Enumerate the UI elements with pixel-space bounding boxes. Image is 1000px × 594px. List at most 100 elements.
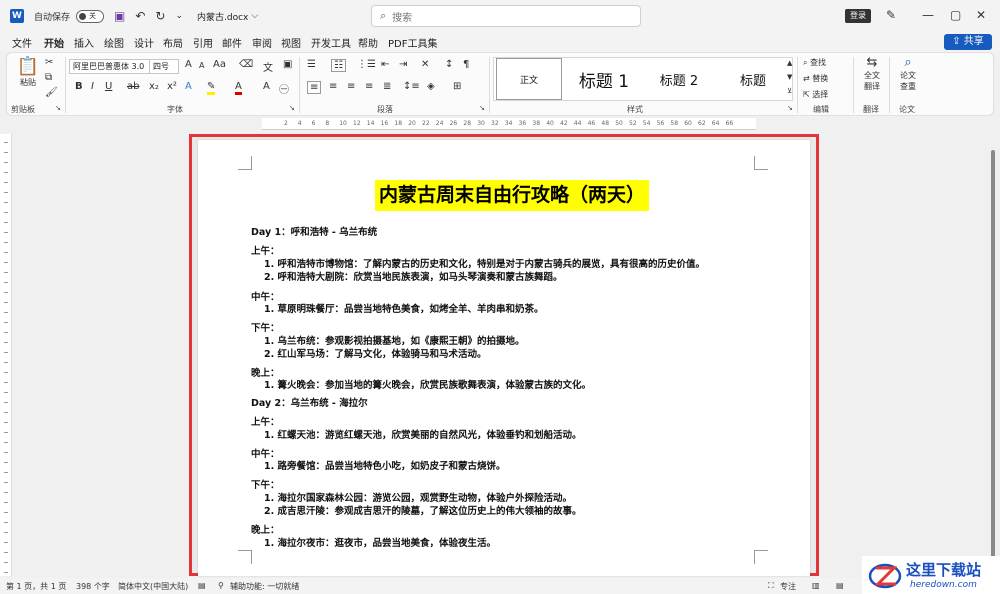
tab-pdf-tools[interactable]: PDF工具集 [388,35,437,50]
save-icon[interactable]: ▣ [114,9,125,23]
phonetic-guide-icon[interactable]: 文 [263,59,273,74]
document-line[interactable]: 1. 呼和浩特市博物馆：了解内蒙古的历史和文化，特别是对于内蒙古骑兵的展览，具有… [264,256,705,270]
tab-insert[interactable]: 插入 [74,35,94,50]
pen-icon[interactable]: ✎ [886,8,896,22]
styles-up-icon[interactable]: ▲ [787,59,792,67]
clear-format-icon[interactable]: ⌫ [239,59,253,70]
search-box[interactable]: ⌕ 搜索 [371,5,641,27]
print-layout-icon[interactable]: ▤ [836,581,844,590]
justify-icon[interactable]: ≡ [365,81,373,92]
subscript-icon[interactable]: x₂ [149,81,159,92]
styles-down-icon[interactable]: ▼ [787,73,792,81]
tab-layout[interactable]: 布局 [163,35,183,50]
decrease-indent-icon[interactable]: ⇤ [381,59,389,70]
align-left-icon[interactable]: ≡ [307,81,322,94]
font-size-select[interactable]: 四号 [149,59,179,74]
tab-file[interactable]: 文件 [12,35,32,50]
cut-icon[interactable]: ✂ [45,57,53,68]
font-color-icon[interactable]: A [235,81,242,95]
char-border-icon[interactable]: ▣ [283,59,292,70]
document-line[interactable]: 上午： [251,243,280,257]
tab-references[interactable]: 引用 [193,35,213,50]
document-line[interactable]: 下午： [251,320,280,334]
increase-indent-icon[interactable]: ⇥ [399,59,407,70]
document-line[interactable]: 下午： [251,477,280,491]
styles-launcher-icon[interactable]: ↘ [787,104,793,112]
redo-icon[interactable]: ↻ [155,9,165,23]
copy-icon[interactable]: ⧉ [45,72,52,83]
document-name[interactable]: 内蒙古.docx [197,10,248,23]
document-line[interactable]: 上午： [251,414,280,428]
tab-developer[interactable]: 开发工具 [311,35,351,50]
tab-view[interactable]: 视图 [281,35,301,50]
tab-home[interactable]: 开始 [44,35,64,54]
char-shading-icon[interactable]: A [263,81,270,92]
document-line[interactable]: 1. 乌兰布统：参观影视拍摄基地，如《康熙王朝》的拍摄地。 [264,333,525,347]
text-effects-icon[interactable]: A [185,81,192,92]
show-marks-icon[interactable]: ¶ [463,59,469,70]
paste-button[interactable]: 📋 粘贴 [15,57,41,88]
autosave-toggle[interactable]: 关 [76,9,105,23]
chinese-layout-icon[interactable]: ✕ [421,59,429,70]
full-text-translate-button[interactable]: ⇆ 全文 翻译 [859,55,885,92]
horizontal-ruler[interactable]: 2 4 6 8 10 12 14 16 18 20 22 24 26 28 30 32 34 36 38 40 42 44… [262,118,756,130]
style-heading-2[interactable]: 标题 2 [644,58,714,100]
document-line[interactable]: 2. 呼和浩特大剧院：欣赏当地民族表演，如马头琴演奏和蒙古族舞蹈。 [264,269,563,283]
proofing-icon[interactable]: ▤ [198,581,206,590]
close-icon[interactable]: ✕ [976,8,986,22]
sort-icon[interactable]: ↕ [445,59,453,70]
minimize-icon[interactable]: — [922,8,934,22]
find-button[interactable]: ⌕ 查找 [803,57,826,68]
undo-icon[interactable]: ↶ [135,9,145,23]
focus-mode[interactable]: 专注 [780,581,796,592]
document-line[interactable]: 2. 红山军马场：了解马文化，体验骑马和马术活动。 [264,346,487,360]
language-indicator[interactable]: 简体中文(中国大陆) [118,581,188,592]
clipboard-launcher-icon[interactable]: ↘ [55,104,61,112]
document-line[interactable]: Day 2：乌兰布统 - 海拉尔 [251,395,368,409]
login-button[interactable]: 登录 [845,9,871,23]
document-line[interactable]: 1. 红螺天池：游览红螺天池，欣赏美丽的自然风光，体验垂钓和划船活动。 [264,427,582,441]
share-button[interactable]: ⇪ 共享 [944,34,992,50]
document-line[interactable]: 1. 海拉尔夜市：逛夜市，品尝当地美食，体验夜生活。 [264,535,496,549]
strikethrough-icon[interactable]: ab [127,81,139,92]
document-line[interactable]: 晚上： [251,522,280,536]
shading-icon[interactable]: ◈ [427,81,435,92]
style-title[interactable]: 标题 [716,58,790,100]
line-spacing-icon[interactable]: ↕≡ [403,81,420,92]
tab-draw[interactable]: 绘图 [104,35,124,50]
scrollbar-thumb[interactable] [991,150,995,560]
tab-review[interactable]: 审阅 [252,35,272,50]
maximize-icon[interactable]: ▢ [950,8,961,22]
superscript-icon[interactable]: x² [167,81,177,92]
document-line[interactable]: 1. 草原明珠餐厅：品尝当地特色美食，如烤全羊、羊肉串和奶茶。 [264,301,544,315]
align-right-icon[interactable]: ≡ [347,81,355,92]
document-line[interactable]: 1. 篝火晚会：参加当地的篝火晚会，欣赏民族歌舞表演，体验蒙古族的文化。 [264,377,591,391]
page-count[interactable]: 第 1 页，共 1 页 [6,581,66,592]
highlight-icon[interactable]: ✎ [207,81,216,95]
enclose-char-icon[interactable]: ㊀ [279,81,289,96]
font-launcher-icon[interactable]: ↘ [289,104,295,112]
paragraph-launcher-icon[interactable]: ↘ [479,104,485,112]
tab-design[interactable]: 设计 [134,35,154,50]
document-line[interactable]: 1. 海拉尔国家森林公园：游览公园，观赏野生动物，体验户外探险活动。 [264,490,572,504]
style-heading-1[interactable]: 标题 1 [566,58,642,100]
distributed-icon[interactable]: ≣ [383,81,391,92]
document-line[interactable]: 2. 成吉思汗陵：参观成吉思汗的陵墓，了解这位历史上的伟大领袖的故事。 [264,503,582,517]
change-case-icon[interactable]: Aa [213,59,226,70]
numbering-icon[interactable]: ☷ [331,59,346,72]
tab-mailings[interactable]: 邮件 [222,35,242,50]
font-name-select[interactable]: 阿里巴巴普惠体 3.0 [69,59,151,74]
grow-font-icon[interactable]: A [185,59,192,70]
style-normal[interactable]: 正文 [496,58,562,100]
multilevel-list-icon[interactable]: ⋮☰ [357,59,376,70]
bold-icon[interactable]: B [75,81,83,92]
italic-icon[interactable]: I [91,81,94,92]
shrink-font-icon[interactable]: A [199,61,204,70]
bullets-icon[interactable]: ☰ [307,59,316,70]
align-center-icon[interactable]: ≡ [329,81,337,92]
paper-check-button[interactable]: ⌕ 论文 查重 [895,55,921,92]
doc-name-chevron-icon[interactable]: ⌵ [251,11,258,21]
word-count[interactable]: 398 个字 [76,581,110,592]
accessibility-status[interactable]: 辅助功能: 一切就绪 [230,581,299,592]
document-title[interactable]: 内蒙古周末自由行攻略（两天） [375,180,650,211]
